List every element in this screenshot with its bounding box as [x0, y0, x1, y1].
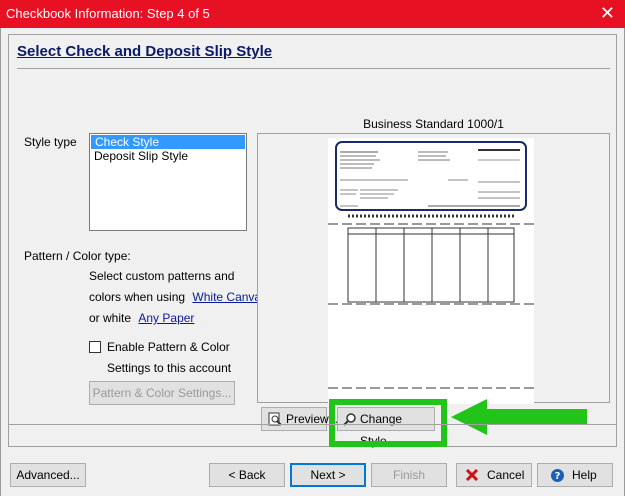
advanced-button[interactable]: Advanced...: [10, 463, 86, 487]
check-preview-page: [328, 138, 534, 404]
pattern-color-settings-button[interactable]: Pattern & Color Settings...: [89, 381, 235, 405]
finish-button[interactable]: Finish: [371, 463, 447, 487]
pattern-description-prefix2: or white: [89, 311, 132, 325]
help-icon: ?: [551, 469, 564, 482]
window-title: Checkbook Information: Step 4 of 5: [6, 6, 210, 21]
style-type-listbox[interactable]: Check Style Deposit Slip Style: [89, 133, 247, 231]
heading-divider: [17, 68, 610, 69]
preview-style-title: Business Standard 1000/1: [363, 117, 504, 131]
close-icon[interactable]: ✕: [600, 3, 615, 23]
listbox-item-check-style[interactable]: Check Style: [91, 135, 245, 149]
style-type-label: Style type: [24, 135, 77, 149]
check-preview-panel: [257, 133, 610, 404]
enable-pattern-checkbox[interactable]: [89, 341, 101, 353]
back-button-label: < Back: [228, 468, 266, 482]
pattern-description-prefix: colors when using: [89, 290, 186, 304]
svg-text:?: ?: [555, 471, 561, 482]
listbox-item-deposit-slip-style[interactable]: Deposit Slip Style: [90, 149, 246, 163]
advanced-button-label: Advanced...: [16, 468, 80, 482]
pattern-description-line1: Select custom patterns and: [89, 269, 235, 283]
title-bar: Checkbook Information: Step 4 of 5 ✕: [0, 0, 625, 28]
finish-button-label: Finish: [392, 468, 425, 482]
cancel-x-icon: [465, 468, 479, 482]
page-heading: Select Check and Deposit Slip Style: [17, 43, 273, 60]
pattern-color-label: Pattern / Color type:: [24, 249, 131, 263]
enable-pattern-label-line2: Settings to this account: [107, 361, 232, 375]
pattern-description-line2: colors when using White Canvas: [89, 290, 267, 304]
any-paper-link[interactable]: Any Paper: [138, 311, 194, 325]
enable-pattern-label: Enable Pattern & Color: [107, 340, 230, 354]
wizard-content: Select Check and Deposit Slip Style Styl…: [8, 34, 617, 448]
footer-divider: [8, 424, 617, 425]
highlight-arrow-icon: [451, 399, 587, 435]
help-button-label: Help: [572, 468, 597, 482]
back-button[interactable]: < Back: [209, 463, 285, 487]
next-button-label: Next >: [310, 468, 346, 482]
cancel-button[interactable]: Cancel: [456, 463, 532, 487]
cancel-button-label: Cancel: [487, 468, 525, 482]
help-button[interactable]: ? Help: [537, 463, 613, 487]
next-button[interactable]: Next >: [290, 463, 366, 487]
white-canvas-link[interactable]: White Canvas: [192, 290, 267, 304]
pattern-description-line3: or white Any Paper: [89, 311, 194, 325]
highlight-box: [329, 399, 447, 447]
check-preview-graphic: [328, 141, 534, 389]
preview-button[interactable]: Preview...: [261, 407, 338, 431]
